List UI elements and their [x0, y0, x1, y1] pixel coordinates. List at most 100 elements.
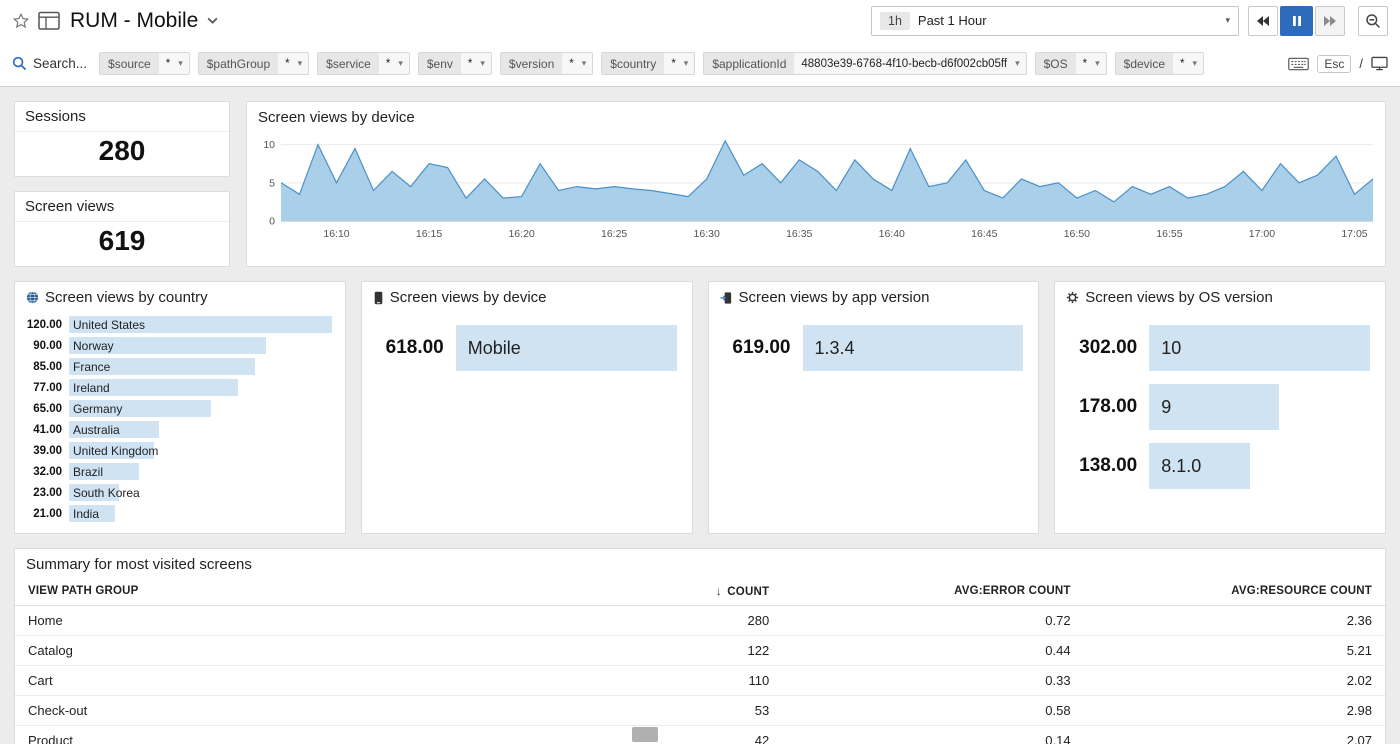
table-column-header[interactable]: AVG:ERROR COUNT — [782, 578, 1083, 606]
scrollbar-thumb[interactable] — [632, 727, 658, 742]
toplist-bar-track: 9 — [1149, 384, 1370, 430]
filter-field-name: $device — [1116, 53, 1173, 74]
table-row[interactable]: Home2800.722.36 — [15, 606, 1385, 636]
time-range-picker[interactable]: 1h Past 1 Hour ▾ — [871, 6, 1239, 36]
filter-bar: Search... $source*▾$pathGroup*▾$service*… — [0, 41, 1400, 87]
table-row[interactable]: Cart1100.332.02 — [15, 666, 1385, 696]
toplist-row: 77.00Ireland — [19, 379, 332, 396]
toplist-bar-track: South Korea — [69, 484, 332, 501]
filter-pill[interactable]: $device*▾ — [1115, 52, 1204, 75]
filter-pill[interactable]: $version*▾ — [500, 52, 593, 75]
filter-pill[interactable]: $applicationId48803e39-6768-4f10-becb-d6… — [703, 52, 1026, 75]
table-column-header[interactable]: VIEW PATH GROUP — [15, 578, 645, 606]
keyboard-icon — [1288, 57, 1309, 71]
toplist-label: Mobile — [456, 338, 521, 359]
filter-pill[interactable]: $country*▾ — [601, 52, 695, 75]
metric-cell: 2.07 — [1084, 726, 1385, 744]
chevron-down-icon[interactable] — [206, 14, 219, 27]
toplist-bar[interactable]: France — [69, 358, 255, 375]
svg-text:16:40: 16:40 — [879, 228, 905, 240]
table-row[interactable]: Product420.142.07 — [15, 726, 1385, 744]
toplist-bar-track: France — [69, 358, 332, 375]
time-range-label: Past 1 Hour — [918, 13, 987, 28]
table-body: Home2800.722.36Catalog1220.445.21Cart110… — [15, 606, 1385, 744]
toplist-bar[interactable]: 10 — [1149, 325, 1370, 371]
toplist-label: Norway — [69, 339, 114, 353]
slash-separator: / — [1359, 56, 1363, 71]
toplist-bar[interactable]: 9 — [1149, 384, 1279, 430]
toplist-row: 21.00India — [19, 505, 332, 522]
card-screen-views: Screen views 619 — [14, 191, 230, 267]
search-placeholder: Search... — [33, 56, 87, 71]
toplist-bar[interactable]: Ireland — [69, 379, 238, 396]
metric-cell: 0.58 — [782, 696, 1083, 726]
filter-field-value: * — [664, 53, 682, 74]
filter-field-name: $pathGroup — [199, 53, 278, 74]
toplist-bar[interactable]: United States — [69, 316, 332, 333]
toplist-bar[interactable]: South Korea — [69, 484, 119, 501]
toplist-bar[interactable]: 8.1.0 — [1149, 443, 1250, 489]
toplist-bar-track: Germany — [69, 400, 332, 417]
search-input[interactable]: Search... — [12, 56, 87, 71]
zoom-button[interactable] — [1358, 6, 1388, 36]
svg-text:16:30: 16:30 — [694, 228, 720, 240]
pause-button[interactable] — [1280, 6, 1313, 36]
filter-pill[interactable]: $source*▾ — [99, 52, 190, 75]
view-path-cell: Check-out — [15, 696, 645, 726]
toplist-row: 85.00France — [19, 358, 332, 375]
svg-text:10: 10 — [263, 139, 275, 151]
toplist-label: 9 — [1149, 397, 1171, 418]
card-screen-views-timeseries: Screen views by device 051016:1016:1516:… — [246, 101, 1386, 267]
svg-text:16:45: 16:45 — [971, 228, 997, 240]
chevron-down-icon: ▾ — [297, 53, 309, 74]
filter-pill[interactable]: $OS*▾ — [1035, 52, 1107, 75]
toplist-bar[interactable]: 1.3.4 — [803, 325, 1024, 371]
table-header-row: VIEW PATH GROUP↓ COUNTAVG:ERROR COUNTAVG… — [15, 578, 1385, 606]
mobile-icon — [373, 291, 384, 305]
toplist-value: 302.00 — [1059, 337, 1149, 359]
chevron-down-icon: ▾ — [397, 53, 409, 74]
metric-cell: 110 — [645, 666, 782, 696]
toplist-bar-track: Norway — [69, 337, 332, 354]
toplist-bar[interactable]: Brazil — [69, 463, 139, 480]
toplist-value: 120.00 — [19, 319, 69, 331]
table-row[interactable]: Catalog1220.445.21 — [15, 636, 1385, 666]
table-column-header[interactable]: ↓ COUNT — [645, 578, 782, 606]
rewind-button[interactable] — [1248, 6, 1278, 36]
view-path-cell: Home — [15, 606, 645, 636]
forward-button[interactable] — [1315, 6, 1345, 36]
toplist-bar[interactable]: Germany — [69, 400, 211, 417]
toplist-row: 302.0010 — [1059, 325, 1370, 371]
toplist-bar[interactable]: Norway — [69, 337, 266, 354]
toplist-label: 10 — [1149, 338, 1181, 359]
toplist-bar-track: Brazil — [69, 463, 332, 480]
table-row[interactable]: Check-out530.582.98 — [15, 696, 1385, 726]
filter-field-value: * — [1076, 53, 1094, 74]
toplist-row: 39.00United Kingdom — [19, 442, 332, 459]
chevron-down-icon: ▾ — [1014, 53, 1026, 74]
filter-field-value: * — [461, 53, 479, 74]
table-column-header[interactable]: AVG:RESOURCE COUNT — [1084, 578, 1385, 606]
filter-pill[interactable]: $pathGroup*▾ — [198, 52, 309, 75]
dashboard-content: Sessions 280 Screen views 619 Screen vie… — [0, 87, 1400, 744]
filter-field-name: $country — [602, 53, 664, 74]
card-title-text: Screen views by app version — [739, 289, 930, 306]
toplist-value: 619.00 — [713, 337, 803, 359]
search-icon — [12, 56, 27, 71]
toplist-bar[interactable]: Mobile — [456, 325, 677, 371]
chevron-down-icon: ▾ — [1225, 15, 1230, 26]
toplist-value: 39.00 — [19, 445, 69, 457]
toplist-bar[interactable]: India — [69, 505, 115, 522]
filter-pill[interactable]: $env*▾ — [418, 52, 492, 75]
filter-field-name: $service — [318, 53, 379, 74]
toplist-row: 41.00Australia — [19, 421, 332, 438]
monitor-icon[interactable] — [1371, 56, 1388, 71]
toplist-label: France — [69, 360, 110, 374]
toplist-bar[interactable]: Australia — [69, 421, 159, 438]
favorite-star-icon[interactable] — [12, 12, 30, 30]
timeseries-svg[interactable]: 051016:1016:1516:2016:2516:3016:3516:401… — [255, 131, 1377, 243]
toplist-value: 178.00 — [1059, 396, 1149, 418]
filter-pill[interactable]: $service*▾ — [317, 52, 410, 75]
toplist-bar[interactable]: United Kingdom — [69, 442, 154, 459]
toplist-label: India — [69, 507, 99, 521]
